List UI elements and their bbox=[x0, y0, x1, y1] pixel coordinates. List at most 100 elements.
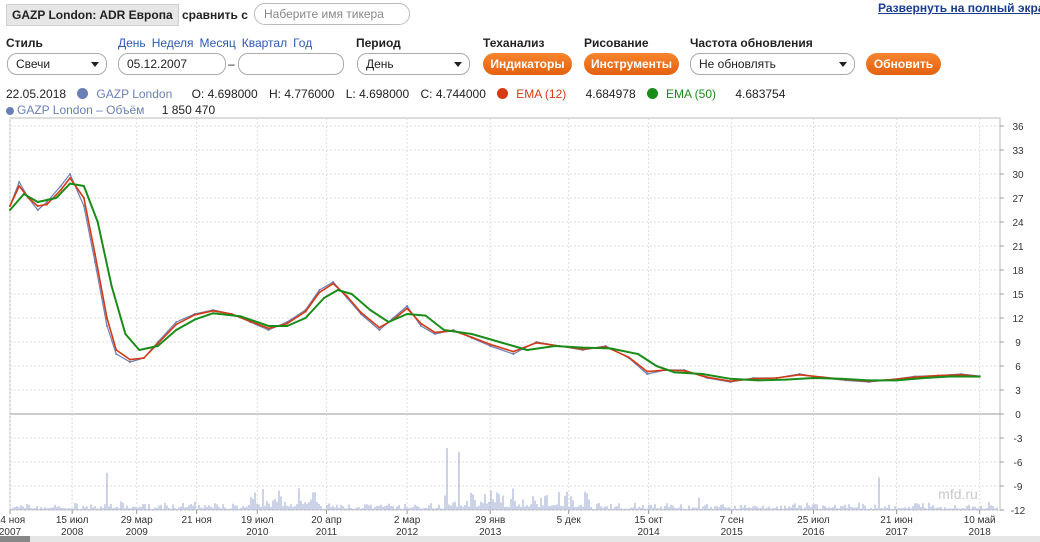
x-tick-label: 10 май bbox=[964, 515, 996, 526]
ema50-line-point bbox=[22, 193, 25, 195]
y-tick-label: 27 bbox=[1012, 194, 1024, 205]
x-tick-label: 14 ноя bbox=[0, 515, 25, 526]
y-tick-label: 36 bbox=[1012, 122, 1024, 133]
ema12-line-point bbox=[433, 331, 436, 334]
price-line-point bbox=[115, 353, 118, 355]
ema12-line-point bbox=[175, 323, 178, 326]
ema50-line-point bbox=[609, 347, 612, 350]
ema50-line-point bbox=[322, 297, 325, 299]
ema12-line-point bbox=[378, 326, 381, 329]
ema12-line-point bbox=[36, 205, 39, 207]
ema50-line-point bbox=[156, 345, 159, 347]
ema50-line-point bbox=[729, 377, 732, 380]
ema50-line-point bbox=[923, 377, 926, 379]
ema50-line-point bbox=[581, 346, 584, 349]
y-tick-label: 9 bbox=[1015, 338, 1021, 349]
ema12-line-point bbox=[115, 349, 118, 351]
ema12-line-point bbox=[798, 373, 801, 376]
ema12-line-point bbox=[18, 185, 21, 187]
x-tick-label: 29 мар bbox=[121, 515, 153, 526]
x-tick-label: 15 июл bbox=[56, 515, 89, 526]
ema50-line-point bbox=[387, 321, 390, 323]
price-line-point bbox=[378, 329, 381, 331]
y-tick-label: -6 bbox=[1014, 458, 1023, 469]
x-tick-label: 5 дек bbox=[557, 515, 582, 526]
price-line-point bbox=[512, 353, 515, 355]
x-tick-label: 7 сен bbox=[720, 515, 744, 526]
ema12-line-point bbox=[332, 282, 335, 285]
ema50-line-point bbox=[36, 201, 39, 203]
ema12-line-point bbox=[419, 322, 422, 325]
ema12-line-point bbox=[512, 350, 515, 353]
ema12-line-point bbox=[627, 356, 630, 359]
ema12-line-point bbox=[406, 307, 409, 310]
ema50-line-point bbox=[175, 329, 178, 331]
price-line-point bbox=[419, 325, 422, 327]
price-line-point bbox=[59, 185, 62, 187]
ema50-line-point bbox=[553, 345, 556, 347]
ema50-line-point bbox=[82, 185, 85, 187]
ema12-line-point bbox=[775, 377, 778, 379]
ema50-line-point bbox=[406, 313, 409, 315]
x-tick-label: 21 ноя bbox=[181, 515, 211, 526]
ema50-line-point bbox=[840, 377, 843, 380]
ema50-line-point bbox=[526, 349, 529, 351]
ema12-line-point bbox=[535, 341, 538, 344]
price-line-point bbox=[18, 181, 21, 183]
price-line-point bbox=[318, 289, 321, 291]
y-tick-label: 6 bbox=[1015, 362, 1021, 373]
ema50-line-point bbox=[96, 221, 99, 223]
ema50-line-point bbox=[55, 197, 58, 199]
ema50-line-point bbox=[978, 375, 981, 378]
ema12-line-point bbox=[59, 189, 62, 191]
x-tick-label: 2 мар bbox=[394, 515, 421, 526]
x-tick-label: 15 окт bbox=[634, 515, 663, 526]
y-tick-label: 15 bbox=[1012, 290, 1024, 301]
y-tick-label: -3 bbox=[1014, 434, 1023, 445]
ema50-line-point bbox=[701, 373, 704, 375]
ema12-line-point bbox=[82, 197, 85, 199]
price-line-point bbox=[36, 209, 39, 211]
y-tick-label: -12 bbox=[1011, 506, 1026, 517]
x-tick-label: 25 июл bbox=[797, 515, 830, 526]
ema50-line-point bbox=[138, 349, 141, 351]
ema12-line-point bbox=[9, 205, 11, 207]
ema50-line-point bbox=[867, 379, 870, 382]
ema12-line-point bbox=[470, 336, 473, 339]
ema50-line-point bbox=[193, 318, 196, 321]
price-line-point bbox=[406, 305, 409, 307]
y-tick-label: 12 bbox=[1012, 314, 1024, 325]
ema12-line-point bbox=[69, 177, 72, 179]
ema12-line-point bbox=[359, 311, 362, 314]
ema12-line-point bbox=[105, 317, 108, 319]
ema50-line-point bbox=[757, 379, 760, 382]
ema50-line-point bbox=[239, 315, 242, 318]
ema50-line-point bbox=[424, 314, 427, 317]
plot-area bbox=[9, 117, 1001, 511]
ema50-line-point bbox=[69, 182, 72, 185]
y-tick-label: 33 bbox=[1012, 146, 1024, 157]
ema50-line-point bbox=[443, 329, 446, 331]
x-tick-label: 29 янв bbox=[475, 515, 505, 526]
ema12-line-point bbox=[142, 357, 145, 359]
ema12-line-point bbox=[706, 376, 709, 379]
ema12-line-point bbox=[267, 327, 270, 330]
ema50-line-point bbox=[369, 309, 372, 311]
ema50-line-point bbox=[636, 353, 639, 355]
ema50-line-point bbox=[110, 285, 113, 287]
y-tick-label: 3 bbox=[1015, 386, 1021, 397]
price-line-point bbox=[69, 173, 72, 175]
y-tick-label: 18 bbox=[1012, 266, 1024, 277]
price-line-point bbox=[175, 321, 178, 323]
x-tick-label: 20 апр bbox=[311, 515, 342, 526]
ema12-line-point bbox=[304, 310, 307, 313]
ema12-line-point bbox=[683, 369, 686, 372]
ema12-line-point bbox=[729, 380, 732, 383]
price-line-point bbox=[105, 325, 108, 327]
ema50-line-point bbox=[895, 379, 898, 382]
price-chart[interactable]: 3633302724211815129630-3-6-9-1214 ноя200… bbox=[0, 0, 1040, 542]
ema12-line-point bbox=[346, 295, 349, 298]
ema50-line-point bbox=[350, 293, 353, 295]
y-tick-label: 24 bbox=[1012, 218, 1024, 229]
ema50-line-point bbox=[212, 312, 215, 315]
